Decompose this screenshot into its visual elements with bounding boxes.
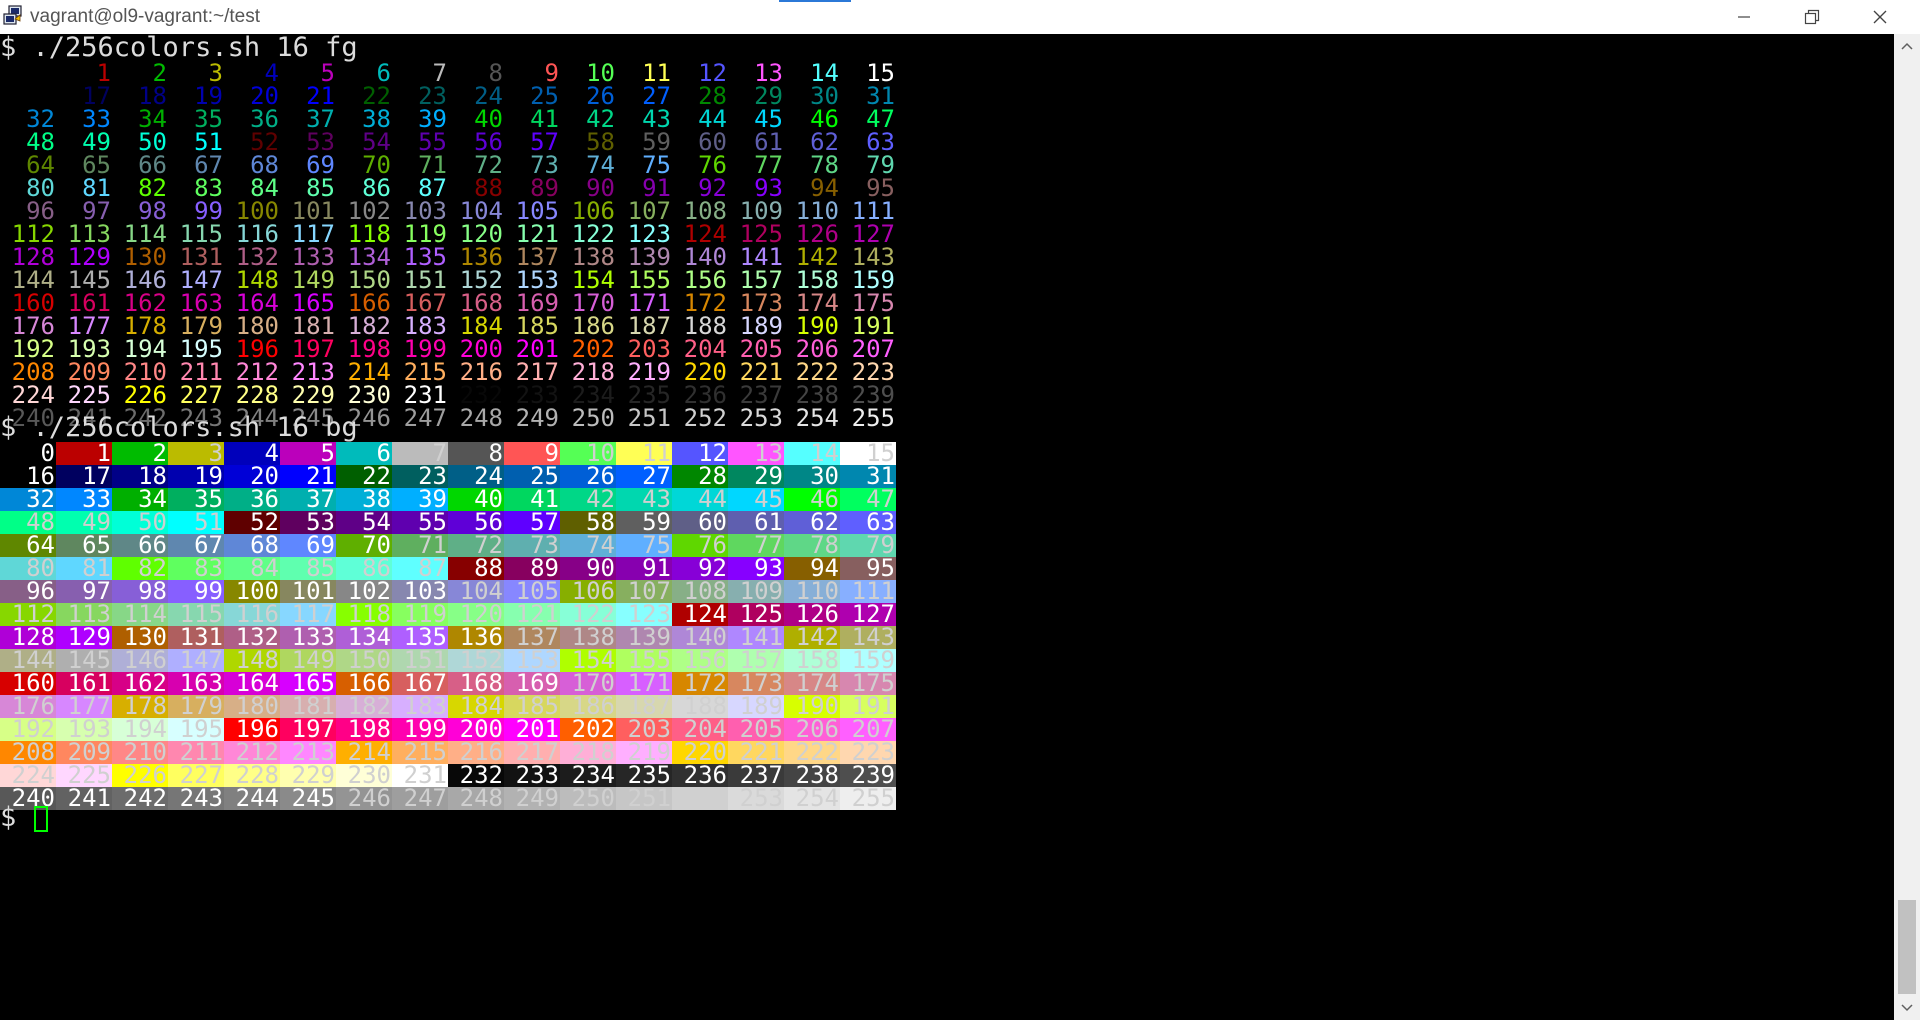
scroll-up-arrow-icon[interactable] (1894, 34, 1920, 58)
bg-color-cell: 244 (224, 786, 280, 810)
minimize-button[interactable] (1710, 0, 1778, 34)
restore-button[interactable] (1778, 0, 1846, 34)
bg-color-cell: 252 (672, 786, 728, 810)
window-titlebar: vagrant@ol9-vagrant:~/test (0, 0, 1920, 35)
bg-color-cell: 249 (504, 786, 560, 810)
fg-color-cell: 250 (571, 404, 615, 432)
fg-color-cell: 254 (795, 404, 839, 432)
terminal-cursor (34, 806, 48, 832)
fg-color-cell: 247 (403, 404, 447, 432)
bg-color-cell: 245 (280, 786, 336, 810)
fg-color-cell: 248 (459, 404, 503, 432)
fg-color-cell: 249 (515, 404, 559, 432)
bg-command-line: $ ./256colors.sh 16 bg (0, 412, 358, 443)
window-title: vagrant@ol9-vagrant:~/test (30, 6, 260, 27)
vertical-scrollbar[interactable] (1894, 34, 1920, 1020)
bg-color-cell: 242 (112, 786, 168, 810)
scrollbar-thumb[interactable] (1898, 900, 1916, 994)
putty-icon[interactable] (2, 5, 24, 27)
bg-color-cell: 248 (448, 786, 504, 810)
bg-color-cell: 254 (784, 786, 840, 810)
close-icon (1873, 10, 1887, 24)
bg-color-cell: 243 (168, 786, 224, 810)
bg-color-cell: 255 (840, 786, 896, 810)
restore-icon (1804, 9, 1820, 25)
scroll-down-arrow-icon[interactable] (1894, 996, 1920, 1020)
fg-color-cell: 253 (739, 404, 783, 432)
close-button[interactable] (1846, 0, 1914, 34)
bg-color-cell: 247 (392, 786, 448, 810)
minimize-icon (1738, 16, 1750, 18)
titlebar-accent (779, 0, 851, 2)
bg-color-cell: 241 (56, 786, 112, 810)
terminal-area[interactable]: $ ./256colors.sh 16 fg 0 1 2 3 4 5 6 7 8 9 10 11 12 1… (0, 34, 1894, 1020)
bg-color-cell: 251 (616, 786, 672, 810)
bg-color-cell: 250 (560, 786, 616, 810)
fg-color-cell: 255 (851, 404, 895, 432)
bg-color-cell: 246 (336, 786, 392, 810)
final-prompt: $ (0, 802, 33, 833)
bg-color-cell: 253 (728, 786, 784, 810)
fg-color-cell: 251 (627, 404, 671, 432)
fg-color-cell: 252 (683, 404, 727, 432)
fg-command-line: $ ./256colors.sh 16 fg (0, 34, 358, 63)
